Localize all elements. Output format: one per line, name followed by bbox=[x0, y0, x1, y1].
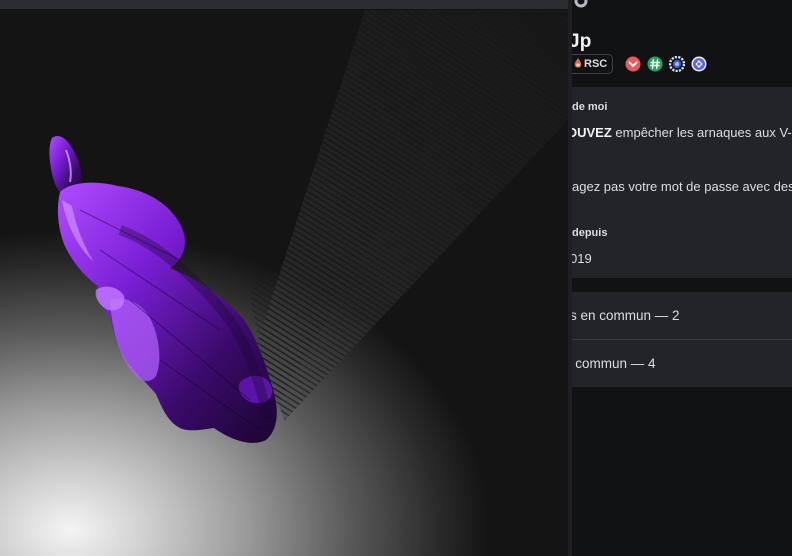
about-me-card: de moi OUVEZ empêcher les arnaques aux V… bbox=[556, 87, 792, 278]
hashtag-badge-icon[interactable] bbox=[647, 56, 663, 72]
guild-tag-label: RSC bbox=[584, 58, 608, 70]
heart-chevron-badge-icon[interactable] bbox=[625, 56, 641, 72]
bio-text: empêcher les arnaques aux V- bbox=[611, 125, 792, 140]
user-profile-panel: Jp RSC de moi OUVEZ empêcher les arnaque… bbox=[556, 0, 792, 556]
mutual-friends-row[interactable]: n commun — 4 bbox=[556, 340, 792, 387]
mutual-servers-label: s en commun — 2 bbox=[570, 308, 680, 323]
bio-bold-text: OUVEZ bbox=[567, 125, 612, 140]
badge-row: RSC bbox=[556, 54, 707, 74]
viewport-title-bar[interactable] bbox=[0, 0, 568, 9]
mutual-servers-row[interactable]: s en commun — 2 bbox=[556, 292, 792, 339]
gear-badge-icon[interactable] bbox=[669, 56, 686, 72]
mutual-friends-label: n commun — 4 bbox=[564, 356, 656, 371]
bio-line-1: OUVEZ empêcher les arnaques aux V- bbox=[567, 125, 792, 140]
member-since-date: 019 bbox=[570, 251, 592, 266]
viewport-border bbox=[568, 0, 572, 556]
badge-list bbox=[625, 56, 707, 72]
about-me-heading: de moi bbox=[572, 101, 608, 113]
3d-scene bbox=[49, 10, 568, 443]
guild-tag-emoji-icon bbox=[574, 58, 582, 68]
3d-viewport[interactable] bbox=[0, 0, 568, 556]
shadow-rays bbox=[250, 10, 568, 420]
settings-icon[interactable] bbox=[574, 0, 588, 8]
bio-line-2: agez pas votre mot de passe avec des bbox=[572, 179, 792, 194]
mutuals-card: s en commun — 2 n commun — 4 bbox=[556, 292, 792, 387]
screen: Jp RSC de moi OUVEZ empêcher les arnaque… bbox=[0, 0, 792, 556]
purple-creature-model bbox=[49, 136, 277, 443]
member-since-heading: depuis bbox=[572, 227, 608, 239]
quest-badge-icon[interactable] bbox=[691, 56, 707, 72]
profile-username: Jp bbox=[569, 31, 592, 52]
